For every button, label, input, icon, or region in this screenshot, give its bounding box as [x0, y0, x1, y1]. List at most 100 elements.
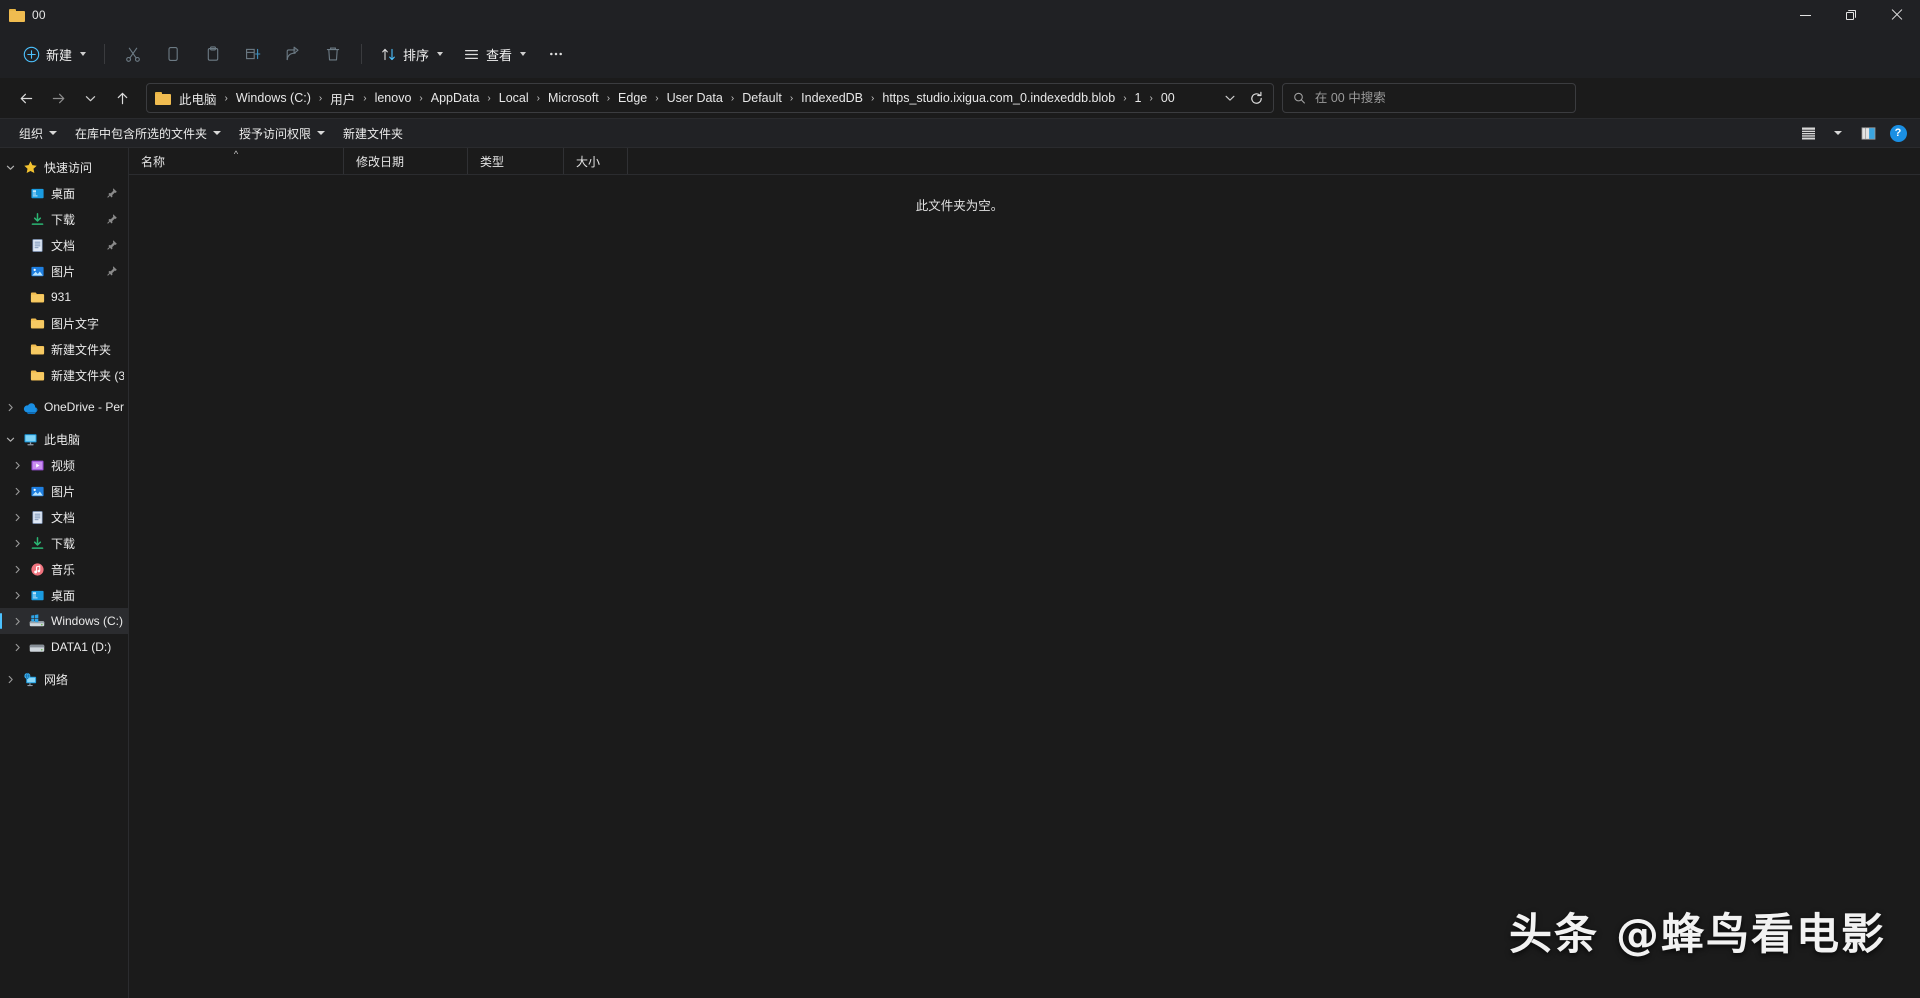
chevron-right-icon[interactable] — [7, 460, 27, 471]
chevron-right-icon[interactable] — [7, 512, 27, 523]
layout-view-dropdown[interactable] — [1824, 121, 1852, 145]
breadcrumb-item[interactable]: Microsoft — [543, 88, 604, 108]
chevron-right-icon[interactable] — [7, 486, 27, 497]
share-icon — [286, 46, 299, 61]
chevron-right-icon[interactable] — [7, 564, 27, 575]
rename-button[interactable] — [233, 38, 273, 70]
breadcrumb-item[interactable]: Edge — [613, 88, 652, 108]
chevron-down-icon[interactable] — [0, 434, 20, 445]
new-folder-label: 新建文件夹 — [343, 126, 404, 141]
search-box[interactable] — [1282, 83, 1576, 113]
breadcrumb-item[interactable]: 1 — [1130, 88, 1147, 108]
sidebar-item-文档[interactable]: 文档 — [0, 232, 128, 258]
maximize-icon — [1846, 10, 1856, 20]
folder-icon — [155, 91, 171, 105]
refresh-button[interactable] — [1243, 86, 1269, 110]
sidebar-item-桌面[interactable]: 桌面 — [0, 180, 128, 206]
sidebar-item-label: 新建文件夹 — [51, 342, 112, 357]
sidebar-item-图片文字[interactable]: 图片文字 — [0, 310, 128, 336]
column-header-type-label: 类型 — [480, 154, 505, 169]
drive-windows-icon — [27, 614, 47, 628]
sidebar-group-网络[interactable]: 网络 — [0, 666, 128, 692]
breadcrumb-item[interactable]: 00 — [1156, 88, 1180, 108]
layout-view-button[interactable] — [1794, 121, 1822, 145]
chevron-down-icon[interactable] — [0, 162, 20, 173]
new-folder-button[interactable]: 新建文件夹 — [334, 121, 412, 145]
new-button[interactable]: 新建 — [13, 38, 96, 70]
recent-locations-button[interactable] — [74, 82, 106, 114]
view-button[interactable]: 查看 — [453, 38, 536, 70]
maximize-button[interactable] — [1828, 0, 1874, 30]
pin-icon[interactable] — [106, 239, 124, 251]
help-button[interactable]: ? — [1884, 121, 1912, 145]
pin-icon[interactable] — [106, 265, 124, 277]
chevron-right-icon[interactable] — [7, 590, 27, 601]
chevron-right-icon[interactable] — [7, 642, 27, 653]
breadcrumb-item[interactable]: Default — [737, 88, 787, 108]
column-headers: ^ 名称 修改日期 类型 大小 — [129, 148, 1920, 175]
breadcrumb-item[interactable]: User Data — [662, 88, 728, 108]
sidebar-item-931[interactable]: 931 — [0, 284, 128, 310]
breadcrumb-item[interactable]: Windows (C:) — [231, 88, 316, 108]
preview-pane-button[interactable] — [1854, 121, 1882, 145]
sidebar-item-label: 图片文字 — [51, 316, 100, 331]
sidebar-group-此电脑[interactable]: 此电脑 — [0, 426, 128, 452]
column-header-name[interactable]: ^ 名称 — [129, 148, 344, 174]
empty-folder-message: 此文件夹为空。 — [129, 175, 1920, 998]
address-bar-row: 此电脑 › Windows (C:) › 用户 › lenovo › AppData › Local… — [0, 78, 1920, 118]
grant-access-menu[interactable]: 授予访问权限 — [230, 121, 334, 145]
minimize-icon — [1799, 14, 1811, 16]
chevron-down-icon — [317, 131, 326, 135]
sidebar-item-新建文件夹 (3)[interactable]: 新建文件夹 (3) — [0, 362, 128, 388]
sidebar-item-图片[interactable]: 图片 — [0, 478, 128, 504]
column-header-date[interactable]: 修改日期 — [344, 148, 468, 174]
sidebar-item-音乐[interactable]: 音乐 — [0, 556, 128, 582]
close-button[interactable] — [1874, 0, 1920, 30]
chevron-right-icon[interactable] — [7, 616, 27, 627]
chevron-right-icon[interactable] — [7, 538, 27, 549]
chevron-right-icon[interactable] — [0, 674, 20, 685]
delete-button[interactable] — [313, 38, 353, 70]
copy-button[interactable] — [153, 38, 193, 70]
breadcrumb-item[interactable]: 此电脑 — [174, 86, 222, 111]
chevron-right-icon[interactable] — [0, 402, 20, 413]
breadcrumb-item[interactable]: 用户 — [325, 86, 360, 111]
up-button[interactable] — [106, 82, 138, 114]
sidebar-item-Windows (C:)[interactable]: Windows (C:) — [0, 608, 128, 634]
sort-button[interactable]: 排序 — [370, 38, 453, 70]
forward-button[interactable] — [42, 82, 74, 114]
empty-folder-text: 此文件夹为空。 — [915, 199, 1004, 213]
address-history-button[interactable] — [1217, 86, 1243, 110]
sidebar-group-快速访问[interactable]: 快速访问 — [0, 154, 128, 180]
breadcrumb-item[interactable]: AppData — [426, 88, 485, 108]
column-header-size[interactable]: 大小 — [564, 148, 628, 174]
sidebar-group-OneDrive - Persor[interactable]: OneDrive - Persor — [0, 394, 128, 420]
include-in-library-menu[interactable]: 在库中包含所选的文件夹 — [66, 121, 230, 145]
cut-button[interactable] — [113, 38, 153, 70]
column-header-type[interactable]: 类型 — [468, 148, 564, 174]
search-input[interactable] — [1314, 91, 1565, 105]
more-options-button[interactable] — [536, 38, 576, 70]
sidebar-item-下载[interactable]: 下载 — [0, 206, 128, 232]
minimize-button[interactable] — [1782, 0, 1828, 30]
sidebar-item-新建文件夹[interactable]: 新建文件夹 — [0, 336, 128, 362]
pin-icon[interactable] — [106, 187, 124, 199]
share-button[interactable] — [273, 38, 313, 70]
breadcrumb-item[interactable]: lenovo — [370, 88, 417, 108]
breadcrumb-item[interactable]: IndexedDB — [796, 88, 868, 108]
sidebar-item-下载[interactable]: 下载 — [0, 530, 128, 556]
organize-menu[interactable]: 组织 — [10, 121, 66, 145]
back-button[interactable] — [10, 82, 42, 114]
sidebar-item-文档[interactable]: 文档 — [0, 504, 128, 530]
sidebar-item-桌面[interactable]: 桌面 — [0, 582, 128, 608]
breadcrumb-item[interactable]: Local — [494, 88, 534, 108]
breadcrumb-item[interactable]: https_studio.ixigua.com_0.indexeddb.blob — [877, 88, 1120, 108]
address-bar[interactable]: 此电脑 › Windows (C:) › 用户 › lenovo › AppData › Local… — [146, 83, 1274, 113]
sidebar-item-视频[interactable]: 视频 — [0, 452, 128, 478]
pin-icon[interactable] — [106, 213, 124, 225]
sidebar-item-图片[interactable]: 图片 — [0, 258, 128, 284]
search-icon — [1294, 92, 1305, 104]
sidebar-item-DATA1 (D:)[interactable]: DATA1 (D:) — [0, 634, 128, 660]
paste-button[interactable] — [193, 38, 233, 70]
sidebar-item-label: 桌面 — [51, 588, 76, 603]
